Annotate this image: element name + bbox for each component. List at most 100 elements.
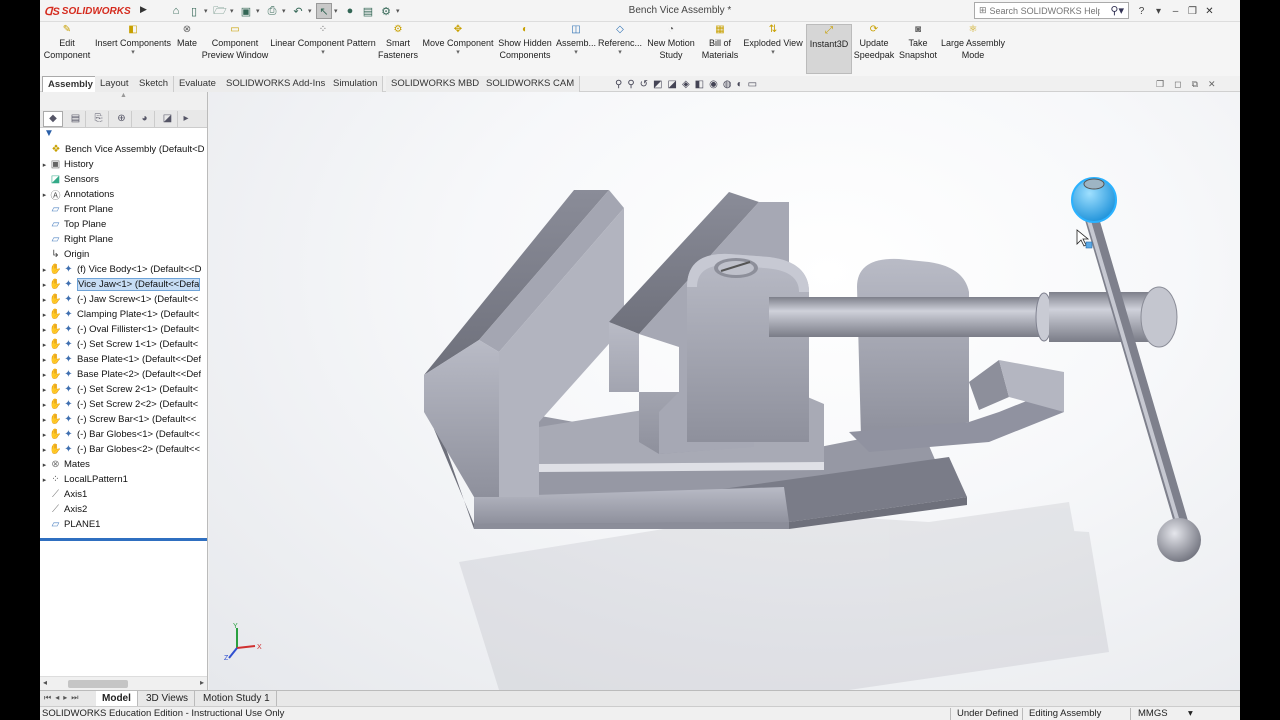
tree-item-sensors[interactable]: ◪ Sensors [40,172,207,187]
expand-icon[interactable]: ▸ [40,446,49,454]
tree-item-history[interactable]: ▸ ▣ History [40,157,207,172]
expand-icon[interactable]: ▸ [40,281,49,289]
reference-triad-icon[interactable]: Y X Z [223,622,263,662]
tree-item-component[interactable]: ▸ ✋ ✦ (-) Set Screw 2<1> (Default< [40,382,207,397]
linear-component-pattern-button[interactable]: ⁘ Linear Component Pattern ▾ [270,24,376,74]
units-dropdown-icon[interactable]: ▾ [1188,708,1193,719]
vice-model-render[interactable] [209,92,1240,690]
print-dropdown-icon[interactable]: ▾ [282,7,288,15]
expand-icon[interactable]: ▸ [40,431,49,439]
file-properties-icon[interactable]: ▤ [360,3,376,19]
tree-item-pattern[interactable]: ▸ ⁘ LocalLPattern1 [40,472,207,487]
tab-motion-study-1[interactable]: Motion Study 1 [197,691,277,707]
tab-sketch[interactable]: Sketch [134,76,175,92]
previous-view-icon[interactable]: ↺ [640,79,648,90]
tab-simulation[interactable]: Simulation [328,76,384,92]
tabs-scroll-right-icon[interactable]: ▸ [181,111,191,127]
undo-icon[interactable]: ↶ [290,3,306,19]
new-dropdown-icon[interactable]: ▾ [204,7,210,15]
expand-icon[interactable]: ▸ [40,266,49,274]
show-hidden-components-button[interactable]: ◐ Show Hidden Components [496,24,554,74]
select-pointer-icon[interactable]: ↖ [316,3,332,19]
expand-icon[interactable]: ▸ [40,161,49,169]
tree-item-component[interactable]: ▸ ✋ ✦ (-) Screw Bar<1> (Default<< [40,412,207,427]
move-component-button[interactable]: ✥ Move Component ▾ [420,24,496,74]
displaymanager-tab-icon[interactable]: ◕ [135,110,155,127]
zoom-to-fit-icon[interactable]: ⚲ [615,79,622,90]
section-view-icon[interactable]: ◩ [653,79,662,90]
propertymanager-tab-icon[interactable]: ▤ [66,110,86,127]
expand-icon[interactable]: ▸ [40,191,49,199]
tab-layout[interactable]: Layout [95,76,135,92]
tree-root-assembly[interactable]: ❖ Bench Vice Assembly (Default<D [40,142,207,157]
tree-item-component[interactable]: ▸ ✋ ✦ (-) Oval Fillister<1> (Default< [40,322,207,337]
open-dropdown-icon[interactable]: ▾ [230,7,236,15]
component-preview-window-button[interactable]: ▭ Component Preview Window [200,24,270,74]
scroll-left-icon[interactable]: ◂ [43,678,47,687]
tree-item-top-plane[interactable]: ▱ Top Plane [40,217,207,232]
tab-model[interactable]: Model [96,691,138,707]
assembly-features-button[interactable]: ◫ Assemb... ▾ [556,24,596,74]
search-icon[interactable]: ⚲▾ [1110,4,1124,17]
viewport-close-icon[interactable]: ✕ [1208,79,1216,90]
exploded-view-dropdown-icon[interactable]: ▾ [771,49,775,56]
scroll-thumb[interactable] [68,680,128,688]
view-orientation-icon[interactable]: ◈ [682,79,690,90]
last-tab-icon[interactable]: ⏭ [71,693,78,703]
print-icon[interactable]: ⎙ [264,3,280,19]
tree-item-mates[interactable]: ▸ ⊗ Mates [40,457,207,472]
first-tab-icon[interactable]: ⏮ [44,693,51,703]
tree-item-component-selected[interactable]: ▸ ✋ ✦ Vice Jaw<1> (Default<<Defa [40,277,207,292]
expand-icon[interactable]: ▸ [40,476,49,484]
tree-item-right-plane[interactable]: ▱ Right Plane [40,232,207,247]
move-component-dropdown-icon[interactable]: ▾ [456,49,460,56]
tree-item-component[interactable]: ▸ ✋ ✦ Base Plate<2> (Default<<Def [40,367,207,382]
edit-appearance-icon[interactable]: ◍ [723,79,732,90]
solidworks-logo[interactable]: ᗡS SOLIDWORKS [44,3,138,19]
select-dropdown-icon[interactable]: ▾ [334,7,340,15]
update-speedpak-button[interactable]: ⟳ Update Speedpak [852,24,896,74]
rollback-bar[interactable] [40,538,207,541]
unit-system[interactable]: MMGS [1138,708,1168,719]
tree-item-component[interactable]: ▸ ✋ ✦ Clamping Plate<1> (Default< [40,307,207,322]
save-dropdown-icon[interactable]: ▾ [256,7,262,15]
expand-icon[interactable]: ▸ [40,401,49,409]
tab-solidworks-add-ins[interactable]: SOLIDWORKS Add-Ins [221,76,332,92]
expand-icon[interactable]: ▸ [40,356,49,364]
new-motion-study-button[interactable]: ◔ New Motion Study [644,24,698,74]
viewport-restore-icon[interactable]: ❐ [1156,79,1164,90]
view-settings-icon[interactable]: ▭ [748,79,757,90]
bill-of-materials-button[interactable]: ▦ Bill of Materials [700,24,740,74]
expand-icon[interactable]: ▸ [40,371,49,379]
smart-fasteners-button[interactable]: ⚙ Smart Fasteners [376,24,420,74]
tree-item-component[interactable]: ▸ ✋ ✦ (f) Vice Body<1> (Default<<D [40,262,207,277]
expand-icon[interactable]: ▸ [40,296,49,304]
new-document-icon[interactable]: ▯ [186,3,202,19]
minimize-icon[interactable]: – [1168,3,1183,19]
assembly-features-dropdown-icon[interactable]: ▾ [574,49,578,56]
expand-icon[interactable]: ▸ [40,341,49,349]
mate-button[interactable]: ⊗ Mate [174,24,200,74]
apply-scene-icon[interactable]: ◐ [737,79,743,90]
take-snapshot-button[interactable]: ◙ Take Snapshot [898,24,938,74]
expand-icon[interactable]: ▸ [40,386,49,394]
options-dropdown-icon[interactable]: ▾ [396,7,402,15]
dynamic-annotation-icon[interactable]: ◪ [668,79,677,90]
tree-item-plane1[interactable]: ▱ PLANE1 [40,517,207,532]
home-icon[interactable]: ⌂ [168,3,184,19]
tree-item-axis2[interactable]: ⟋ Axis2 [40,502,207,517]
hide-show-items-icon[interactable]: ◉ [709,79,718,90]
tree-item-origin[interactable]: ↳ Origin [40,247,207,262]
save-icon[interactable]: ▣ [238,3,254,19]
tree-item-annotations[interactable]: ▸ Ⓐ Annotations [40,187,207,202]
open-folder-icon[interactable]: 🗁 [212,3,228,19]
tree-item-front-plane[interactable]: ▱ Front Plane [40,202,207,217]
tree-item-axis1[interactable]: ⟋ Axis1 [40,487,207,502]
tree-item-component[interactable]: ▸ ✋ ✦ (-) Set Screw 1<1> (Default< [40,337,207,352]
large-assembly-mode-button[interactable]: ⚛ Large Assembly Mode [938,24,1008,74]
tab-assembly[interactable]: Assembly [42,76,99,92]
rebuild-icon[interactable]: ● [342,3,358,19]
help-icon[interactable]: ? [1134,3,1149,19]
options-gear-icon[interactable]: ⚙ [378,3,394,19]
featuremanager-tab-icon[interactable]: ◆ [43,110,63,127]
